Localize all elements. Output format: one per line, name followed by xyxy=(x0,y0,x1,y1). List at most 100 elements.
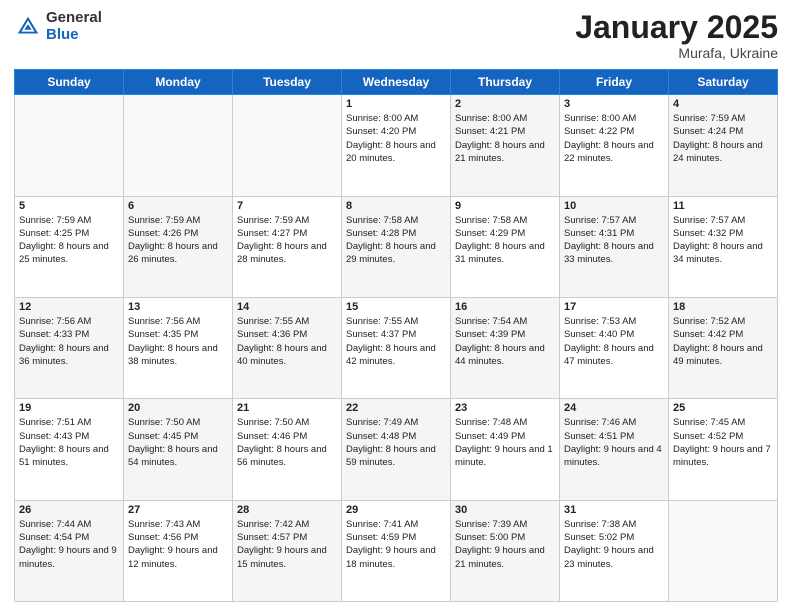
cell-content: Sunrise: 8:00 AM Sunset: 4:20 PM Dayligh… xyxy=(346,112,446,165)
cell-content: Sunrise: 8:00 AM Sunset: 4:21 PM Dayligh… xyxy=(455,112,555,165)
calendar-week-5: 26 Sunrise: 7:44 AM Sunset: 4:54 PM Dayli… xyxy=(15,500,778,601)
calendar-cell: 13Sunrise: 7:56 AM Sunset: 4:35 PM Dayli… xyxy=(124,297,233,398)
day-number: 30 xyxy=(455,504,555,516)
cell-content: Sunrise: 7:46 AM Sunset: 4:51 PM Dayligh… xyxy=(564,416,664,469)
calendar-cell: 27 Sunrise: 7:43 AM Sunset: 4:56 PM Dayli… xyxy=(124,500,233,601)
title-block: January 2025 Murafa, Ukraine xyxy=(575,10,778,61)
cell-content: Sunrise: 7:43 AM Sunset: 4:56 PM Dayligh… xyxy=(128,518,228,571)
calendar-cell xyxy=(233,95,342,196)
weekday-header-saturday: Saturday xyxy=(669,70,778,95)
day-number: 15 xyxy=(346,301,446,313)
cell-content: Sunrise: 7:59 AM Sunset: 4:26 PM Dayligh… xyxy=(128,214,228,267)
cell-content: Sunrise: 7:57 AM Sunset: 4:31 PM Dayligh… xyxy=(564,214,664,267)
day-number: 18 xyxy=(673,301,773,313)
day-number: 2 xyxy=(455,98,555,110)
weekday-header-thursday: Thursday xyxy=(451,70,560,95)
day-number: 9 xyxy=(455,200,555,212)
day-number: 8 xyxy=(346,200,446,212)
day-number: 20 xyxy=(128,402,228,414)
calendar-cell: 7 Sunrise: 7:59 AM Sunset: 4:27 PM Daylig… xyxy=(233,196,342,297)
day-number: 13 xyxy=(128,301,228,313)
day-number: 11 xyxy=(673,200,773,212)
cell-content: Sunrise: 7:42 AM Sunset: 4:57 PM Dayligh… xyxy=(237,518,337,571)
day-number: 3 xyxy=(564,98,664,110)
calendar-week-2: 5 Sunrise: 7:59 AM Sunset: 4:25 PM Daylig… xyxy=(15,196,778,297)
cell-content: Sunrise: 7:50 AM Sunset: 4:45 PM Dayligh… xyxy=(128,416,228,469)
calendar-cell: 28 Sunrise: 7:42 AM Sunset: 4:57 PM Dayli… xyxy=(233,500,342,601)
calendar-cell: 26 Sunrise: 7:44 AM Sunset: 4:54 PM Dayli… xyxy=(15,500,124,601)
weekday-header-monday: Monday xyxy=(124,70,233,95)
calendar-cell: 1 Sunrise: 8:00 AM Sunset: 4:20 PM Daylig… xyxy=(342,95,451,196)
calendar-cell xyxy=(669,500,778,601)
calendar-cell: 6 Sunrise: 7:59 AM Sunset: 4:26 PM Daylig… xyxy=(124,196,233,297)
calendar-cell: 22 Sunrise: 7:49 AM Sunset: 4:48 PM Dayli… xyxy=(342,399,451,500)
page: General Blue January 2025 Murafa, Ukrain… xyxy=(0,0,792,612)
day-number: 6 xyxy=(128,200,228,212)
logo-general-label: General xyxy=(46,10,102,27)
calendar-cell: 21Sunrise: 7:50 AM Sunset: 4:46 PM Dayli… xyxy=(233,399,342,500)
day-number: 5 xyxy=(19,200,119,212)
calendar-cell: 12 Sunrise: 7:56 AM Sunset: 4:33 PM Dayli… xyxy=(15,297,124,398)
cell-content: Sunrise: 7:55 AM Sunset: 4:36 PM Dayligh… xyxy=(237,315,337,368)
day-number: 19 xyxy=(19,402,119,414)
cell-content: Sunrise: 7:48 AM Sunset: 4:49 PM Dayligh… xyxy=(455,416,555,469)
weekday-header-sunday: Sunday xyxy=(15,70,124,95)
cell-content: Sunrise: 7:57 AM Sunset: 4:32 PM Dayligh… xyxy=(673,214,773,267)
calendar-cell: 23Sunrise: 7:48 AM Sunset: 4:49 PM Dayli… xyxy=(451,399,560,500)
day-number: 28 xyxy=(237,504,337,516)
calendar-cell: 19Sunrise: 7:51 AM Sunset: 4:43 PM Dayli… xyxy=(15,399,124,500)
day-number: 27 xyxy=(128,504,228,516)
cell-content: Sunrise: 8:00 AM Sunset: 4:22 PM Dayligh… xyxy=(564,112,664,165)
calendar-cell: 25Sunrise: 7:45 AM Sunset: 4:52 PM Dayli… xyxy=(669,399,778,500)
calendar-cell: 17Sunrise: 7:53 AM Sunset: 4:40 PM Dayli… xyxy=(560,297,669,398)
weekday-header-friday: Friday xyxy=(560,70,669,95)
calendar-week-1: 1 Sunrise: 8:00 AM Sunset: 4:20 PM Daylig… xyxy=(15,95,778,196)
calendar-cell: 16 Sunrise: 7:54 AM Sunset: 4:39 PM Dayli… xyxy=(451,297,560,398)
cell-content: Sunrise: 7:54 AM Sunset: 4:39 PM Dayligh… xyxy=(455,315,555,368)
location-subtitle: Murafa, Ukraine xyxy=(575,45,778,61)
calendar-cell: 31 Sunrise: 7:38 AM Sunset: 5:02 PM Dayli… xyxy=(560,500,669,601)
calendar-cell: 10 Sunrise: 7:57 AM Sunset: 4:31 PM Dayli… xyxy=(560,196,669,297)
logo-icon xyxy=(14,13,42,41)
logo-text: General Blue xyxy=(46,10,102,43)
calendar-cell: 14Sunrise: 7:55 AM Sunset: 4:36 PM Dayli… xyxy=(233,297,342,398)
day-number: 22 xyxy=(346,402,446,414)
calendar-cell: 3 Sunrise: 8:00 AM Sunset: 4:22 PM Daylig… xyxy=(560,95,669,196)
day-number: 26 xyxy=(19,504,119,516)
cell-content: Sunrise: 7:41 AM Sunset: 4:59 PM Dayligh… xyxy=(346,518,446,571)
calendar-cell: 8Sunrise: 7:58 AM Sunset: 4:28 PM Daylig… xyxy=(342,196,451,297)
weekday-header-tuesday: Tuesday xyxy=(233,70,342,95)
cell-content: Sunrise: 7:44 AM Sunset: 4:54 PM Dayligh… xyxy=(19,518,119,571)
day-number: 7 xyxy=(237,200,337,212)
calendar-cell: 20 Sunrise: 7:50 AM Sunset: 4:45 PM Dayli… xyxy=(124,399,233,500)
cell-content: Sunrise: 7:59 AM Sunset: 4:27 PM Dayligh… xyxy=(237,214,337,267)
calendar-cell: 15 Sunrise: 7:55 AM Sunset: 4:37 PM Dayli… xyxy=(342,297,451,398)
calendar-cell: 9Sunrise: 7:58 AM Sunset: 4:29 PM Daylig… xyxy=(451,196,560,297)
day-number: 10 xyxy=(564,200,664,212)
cell-content: Sunrise: 7:55 AM Sunset: 4:37 PM Dayligh… xyxy=(346,315,446,368)
cell-content: Sunrise: 7:50 AM Sunset: 4:46 PM Dayligh… xyxy=(237,416,337,469)
cell-content: Sunrise: 7:38 AM Sunset: 5:02 PM Dayligh… xyxy=(564,518,664,571)
calendar-cell: 2 Sunrise: 8:00 AM Sunset: 4:21 PM Daylig… xyxy=(451,95,560,196)
calendar-cell xyxy=(15,95,124,196)
day-number: 1 xyxy=(346,98,446,110)
calendar-cell: 11 Sunrise: 7:57 AM Sunset: 4:32 PM Dayli… xyxy=(669,196,778,297)
calendar-week-4: 19Sunrise: 7:51 AM Sunset: 4:43 PM Dayli… xyxy=(15,399,778,500)
day-number: 31 xyxy=(564,504,664,516)
day-number: 16 xyxy=(455,301,555,313)
calendar-cell: 5 Sunrise: 7:59 AM Sunset: 4:25 PM Daylig… xyxy=(15,196,124,297)
calendar-table: SundayMondayTuesdayWednesdayThursdayFrid… xyxy=(14,69,778,602)
calendar-cell: 24Sunrise: 7:46 AM Sunset: 4:51 PM Dayli… xyxy=(560,399,669,500)
calendar-cell xyxy=(124,95,233,196)
weekday-header-wednesday: Wednesday xyxy=(342,70,451,95)
cell-content: Sunrise: 7:59 AM Sunset: 4:25 PM Dayligh… xyxy=(19,214,119,267)
day-number: 12 xyxy=(19,301,119,313)
cell-content: Sunrise: 7:49 AM Sunset: 4:48 PM Dayligh… xyxy=(346,416,446,469)
cell-content: Sunrise: 7:56 AM Sunset: 4:33 PM Dayligh… xyxy=(19,315,119,368)
day-number: 29 xyxy=(346,504,446,516)
calendar-cell: 18 Sunrise: 7:52 AM Sunset: 4:42 PM Dayli… xyxy=(669,297,778,398)
cell-content: Sunrise: 7:52 AM Sunset: 4:42 PM Dayligh… xyxy=(673,315,773,368)
month-title: January 2025 xyxy=(575,10,778,45)
cell-content: Sunrise: 7:39 AM Sunset: 5:00 PM Dayligh… xyxy=(455,518,555,571)
cell-content: Sunrise: 7:45 AM Sunset: 4:52 PM Dayligh… xyxy=(673,416,773,469)
